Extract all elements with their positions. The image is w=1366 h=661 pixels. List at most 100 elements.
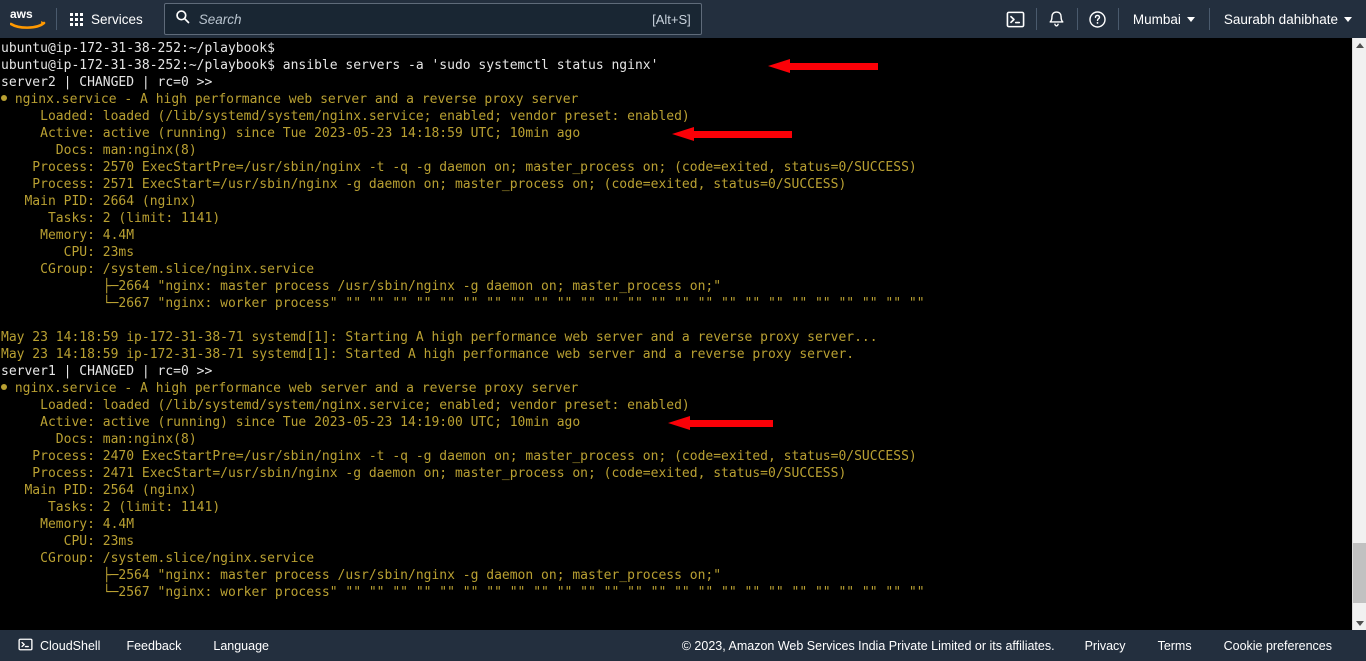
terminal-line: └─2667 "nginx: worker process" "" "" "" … bbox=[0, 295, 1352, 312]
terminal-line-text: Main PID: 2664 (nginx) bbox=[1, 194, 197, 209]
terminal-line-text: Process: 2571 ExecStart=/usr/sbin/nginx … bbox=[1, 177, 847, 192]
terminal-line: Loaded: loaded (/lib/systemd/system/ngin… bbox=[0, 397, 1352, 414]
svg-text:aws: aws bbox=[10, 7, 33, 21]
terminal-line: Process: 2470 ExecStartPre=/usr/sbin/ngi… bbox=[0, 448, 1352, 465]
terminal-line: May 23 14:18:59 ip-172-31-38-71 systemd[… bbox=[0, 329, 1352, 346]
privacy-link[interactable]: Privacy bbox=[1069, 639, 1142, 653]
terminal-line: May 23 14:18:59 ip-172-31-38-71 systemd[… bbox=[0, 346, 1352, 363]
terminal-line-text: Docs: man:nginx(8) bbox=[1, 143, 197, 158]
feedback-link[interactable]: Feedback bbox=[110, 639, 197, 653]
terminal-line-text: May 23 14:18:59 ip-172-31-38-71 systemd[… bbox=[1, 347, 855, 362]
terminal-line-text: Active: active (running) since Tue 2023-… bbox=[1, 126, 581, 141]
services-menu-button[interactable]: Services bbox=[57, 0, 156, 38]
terminal-line-text: CPU: 23ms bbox=[1, 245, 135, 260]
triangle-up-icon bbox=[1355, 42, 1364, 48]
terminal-line: Active: active (running) since Tue 2023-… bbox=[0, 414, 1352, 431]
terminal-line: Memory: 4.4M bbox=[0, 227, 1352, 244]
terminal-line-text: Tasks: 2 (limit: 1141) bbox=[1, 500, 221, 515]
terminal-line-text: CPU: 23ms bbox=[1, 534, 135, 549]
account-menu[interactable]: Saurabh dahibhate bbox=[1210, 0, 1366, 38]
terminal-line: Docs: man:nginx(8) bbox=[0, 142, 1352, 159]
terminal-line-text: ├─2664 "nginx: master process /usr/sbin/… bbox=[1, 279, 722, 294]
question-circle-icon[interactable] bbox=[1078, 0, 1118, 38]
terminal-line-text: May 23 14:18:59 ip-172-31-38-71 systemd[… bbox=[1, 330, 878, 345]
terminal-line-text: Docs: man:nginx(8) bbox=[1, 432, 197, 447]
terms-link[interactable]: Terms bbox=[1142, 639, 1208, 653]
cookie-preferences-link[interactable]: Cookie preferences bbox=[1208, 639, 1348, 653]
terminal-line: ├─2664 "nginx: master process /usr/sbin/… bbox=[0, 278, 1352, 295]
terminal-line: Tasks: 2 (limit: 1141) bbox=[0, 210, 1352, 227]
terminal-line-text: Process: 2570 ExecStartPre=/usr/sbin/ngi… bbox=[1, 160, 917, 175]
scroll-up-arrow[interactable] bbox=[1353, 38, 1366, 52]
terminal-line: Memory: 4.4M bbox=[0, 516, 1352, 533]
terminal-line-text: Loaded: loaded (/lib/systemd/system/ngin… bbox=[1, 398, 690, 413]
terminal-line: nginx.service - A high performance web s… bbox=[0, 380, 1352, 397]
terminal-line-text: CGroup: /system.slice/nginx.service bbox=[1, 262, 315, 277]
top-navigation-bar: aws Services Search [Alt+S] Mumbai Saura… bbox=[0, 0, 1366, 38]
terminal-line-text: Process: 2471 ExecStart=/usr/sbin/nginx … bbox=[1, 466, 847, 481]
cloudshell-icon bbox=[18, 637, 33, 655]
terminal-line: nginx.service - A high performance web s… bbox=[0, 91, 1352, 108]
grid-icon bbox=[70, 12, 83, 26]
terminal-line-text: Active: active (running) since Tue 2023-… bbox=[1, 415, 581, 430]
cloudshell-terminal[interactable]: ubuntu@ip-172-31-38-252:~/playbook$ ubunt… bbox=[0, 38, 1352, 630]
terminal-scrollbar[interactable] bbox=[1352, 38, 1366, 630]
terminal-line-text: Loaded: loaded (/lib/systemd/system/ngin… bbox=[1, 109, 690, 124]
terminal-line: Process: 2571 ExecStart=/usr/sbin/nginx … bbox=[0, 176, 1352, 193]
terminal-line: Docs: man:nginx(8) bbox=[0, 431, 1352, 448]
copyright-text: © 2023, Amazon Web Services India Privat… bbox=[681, 638, 1055, 653]
terminal-line-text: Memory: 4.4M bbox=[1, 517, 135, 532]
chevron-down-icon bbox=[1344, 16, 1352, 22]
search-shortcut-hint: [Alt+S] bbox=[652, 11, 691, 27]
region-label: Mumbai bbox=[1132, 11, 1181, 27]
services-label: Services bbox=[91, 11, 143, 27]
search-input[interactable]: Search bbox=[199, 12, 652, 27]
footer-right-group: © 2023, Amazon Web Services India Privat… bbox=[682, 639, 1366, 653]
search-box[interactable]: Search [Alt+S] bbox=[163, 3, 702, 35]
triangle-down-icon bbox=[1355, 620, 1364, 626]
cloudshell-footer-button[interactable]: CloudShell bbox=[18, 637, 110, 655]
footer-left-group: CloudShell Feedback Language bbox=[0, 637, 285, 655]
scroll-thumb[interactable] bbox=[1353, 543, 1366, 603]
terminal-line-text: ├─2564 "nginx: master process /usr/sbin/… bbox=[1, 568, 722, 583]
terminal-line: CPU: 23ms bbox=[0, 533, 1352, 550]
account-label: Saurabh dahibhate bbox=[1223, 11, 1338, 27]
language-link[interactable]: Language bbox=[197, 639, 285, 653]
bell-icon[interactable] bbox=[1037, 0, 1077, 38]
cloudshell-icon[interactable] bbox=[996, 0, 1036, 38]
terminal-line-text: server2 | CHANGED | rc=0 >> bbox=[1, 75, 213, 90]
terminal-line-text: nginx.service - A high performance web s… bbox=[7, 381, 579, 396]
terminal-line-text: ubuntu@ip-172-31-38-252:~/playbook$ bbox=[1, 41, 275, 56]
region-selector[interactable]: Mumbai bbox=[1119, 0, 1209, 38]
terminal-line-text: CGroup: /system.slice/nginx.service bbox=[1, 551, 315, 566]
terminal-line-text: └─2667 "nginx: worker process" "" "" "" … bbox=[1, 296, 925, 311]
terminal-line: CPU: 23ms bbox=[0, 244, 1352, 261]
aws-logo[interactable]: aws bbox=[0, 0, 56, 38]
terminal-line: server2 | CHANGED | rc=0 >> bbox=[0, 74, 1352, 91]
footer-bar: CloudShell Feedback Language © 2023, Ama… bbox=[0, 630, 1366, 661]
terminal-line: ubuntu@ip-172-31-38-252:~/playbook$ ansi… bbox=[0, 57, 1352, 74]
terminal-line: Loaded: loaded (/lib/systemd/system/ngin… bbox=[0, 108, 1352, 125]
terminal-line: └─2567 "nginx: worker process" "" "" "" … bbox=[0, 584, 1352, 601]
terminal-line-text: Main PID: 2564 (nginx) bbox=[1, 483, 197, 498]
chevron-down-icon bbox=[1186, 16, 1195, 22]
terminal-line: Active: active (running) since Tue 2023-… bbox=[0, 125, 1352, 142]
terminal-line: Main PID: 2664 (nginx) bbox=[0, 193, 1352, 210]
terminal-line-text: nginx.service - A high performance web s… bbox=[7, 92, 579, 107]
terminal-line-text: Tasks: 2 (limit: 1141) bbox=[1, 211, 221, 226]
scroll-down-arrow[interactable] bbox=[1353, 616, 1366, 630]
terminal-line: ubuntu@ip-172-31-38-252:~/playbook$ bbox=[0, 40, 1352, 57]
terminal-line-text: server1 | CHANGED | rc=0 >> bbox=[1, 364, 213, 379]
cloudshell-label: CloudShell bbox=[40, 638, 101, 653]
search-icon bbox=[175, 9, 190, 29]
terminal-output: ubuntu@ip-172-31-38-252:~/playbook$ ubunt… bbox=[0, 40, 1352, 601]
terminal-line: server1 | CHANGED | rc=0 >> bbox=[0, 363, 1352, 380]
terminal-line: Process: 2471 ExecStart=/usr/sbin/nginx … bbox=[0, 465, 1352, 482]
terminal-line: CGroup: /system.slice/nginx.service bbox=[0, 261, 1352, 278]
terminal-line-text: ubuntu@ip-172-31-38-252:~/playbook$ ansi… bbox=[1, 58, 659, 73]
terminal-line: Tasks: 2 (limit: 1141) bbox=[0, 499, 1352, 516]
terminal-line: Main PID: 2564 (nginx) bbox=[0, 482, 1352, 499]
terminal-line-text: Process: 2470 ExecStartPre=/usr/sbin/ngi… bbox=[1, 449, 917, 464]
nav-right-group: Mumbai Saurabh dahibhate bbox=[996, 0, 1366, 38]
